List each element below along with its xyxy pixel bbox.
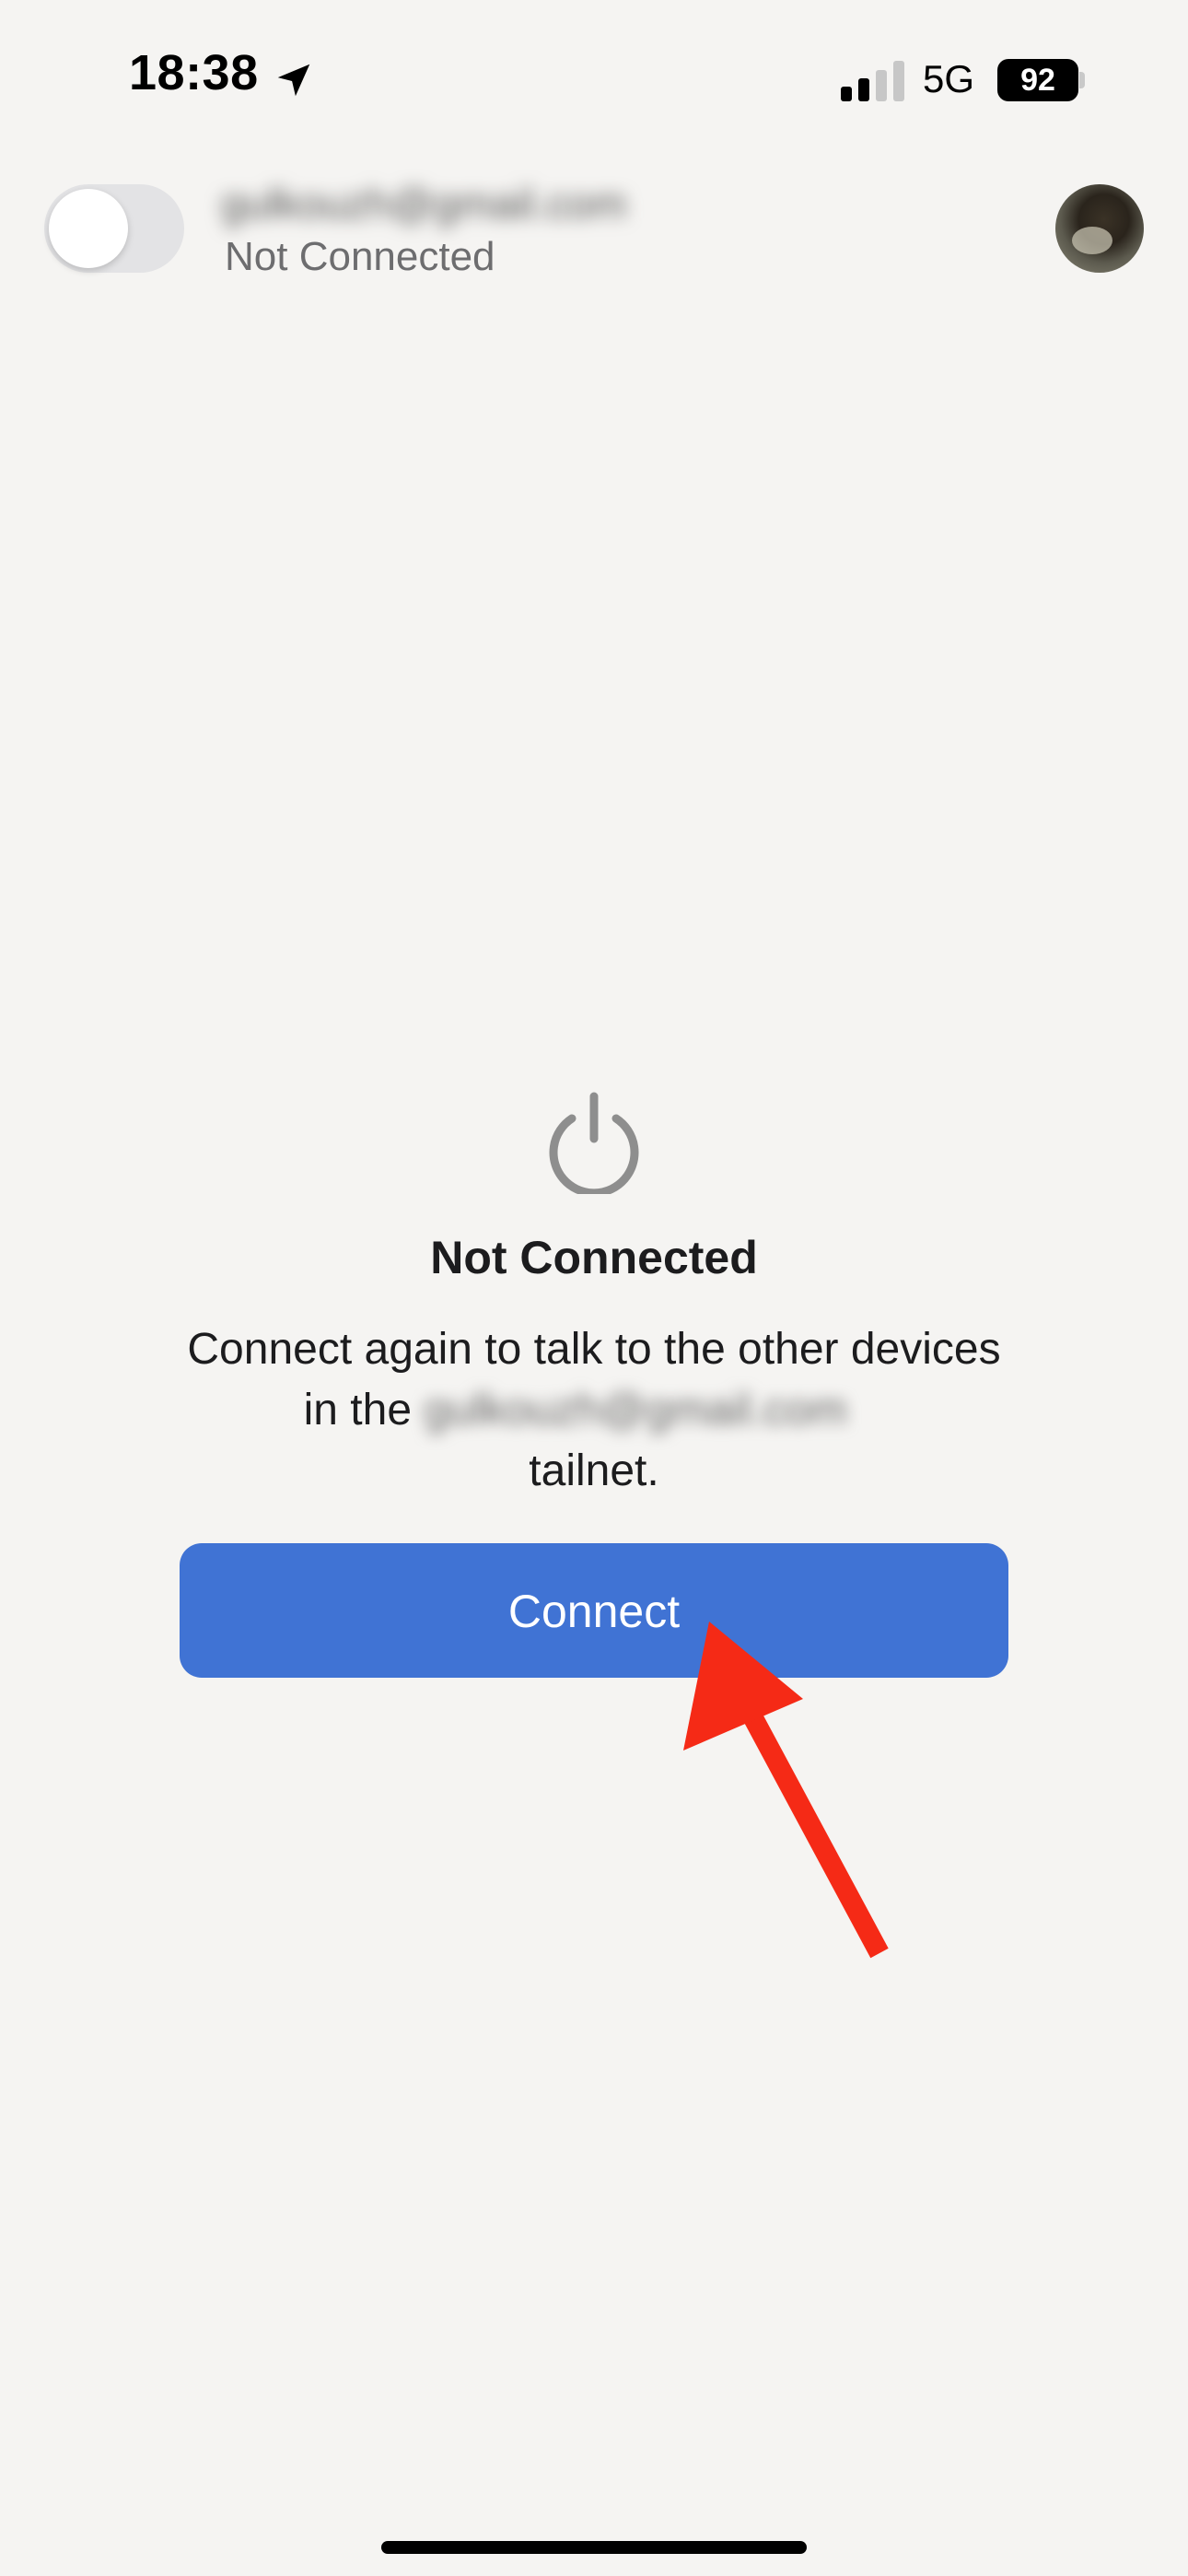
status-description: Connect again to talk to the other devic… xyxy=(184,1319,1004,1502)
power-icon xyxy=(549,1092,639,1194)
network-type-label: 5G xyxy=(923,57,975,100)
annotation-arrow-icon xyxy=(683,1622,889,1959)
location-arrow-icon xyxy=(277,64,310,97)
home-indicator[interactable] xyxy=(381,2541,807,2554)
account-status: Not Connected xyxy=(225,234,495,279)
tailnet-name: gulkouzh@gmail.com xyxy=(424,1386,847,1434)
status-bar: 18:38 5G 92 xyxy=(0,0,1188,161)
status-title: Not Connected xyxy=(430,1232,758,1283)
account-email: gulkouzh@gmail.com xyxy=(221,180,627,228)
status-time: 18:38 xyxy=(129,45,259,100)
toggle-knob xyxy=(49,189,128,268)
battery-icon: 92 xyxy=(997,59,1078,101)
battery-level: 92 xyxy=(1020,63,1055,98)
vpn-toggle[interactable] xyxy=(44,184,184,273)
avatar[interactable] xyxy=(1055,184,1144,273)
cellular-signal-icon xyxy=(841,61,904,101)
battery-cap xyxy=(1079,72,1085,88)
description-suffix: tailnet. xyxy=(529,1446,659,1495)
